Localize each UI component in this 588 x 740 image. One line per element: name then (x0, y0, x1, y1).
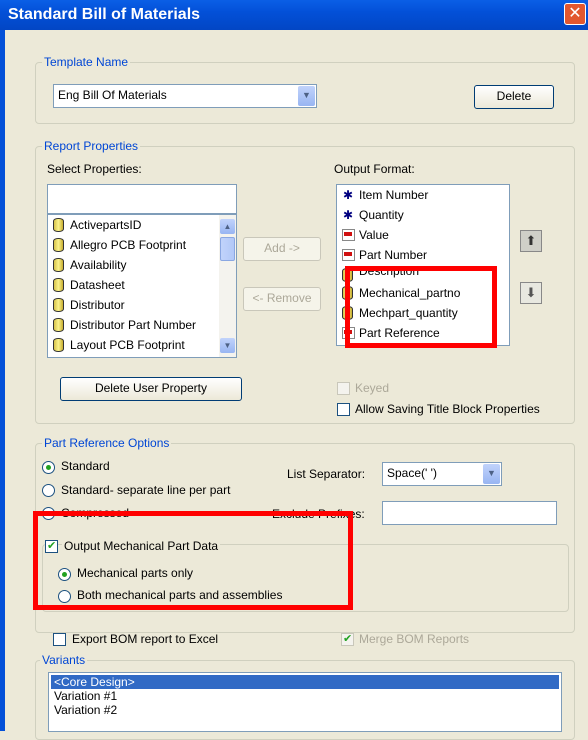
export-excel-label: Export BOM report to Excel (72, 632, 219, 646)
database-icon (53, 238, 64, 252)
list-item[interactable]: Distributor Part Number (48, 315, 236, 335)
output-format-label: Output Format: (334, 162, 415, 176)
add-label: Add -> (264, 241, 300, 255)
template-name-legend: Template Name (42, 55, 131, 69)
properties-scrollbar[interactable]: ▲ ▼ (219, 215, 236, 357)
close-button[interactable]: ✕ (564, 3, 586, 25)
remove-label: <- Remove (252, 291, 312, 305)
delete-user-property-label: Delete User Property (94, 381, 208, 395)
scroll-up-icon[interactable]: ▲ (220, 219, 235, 234)
list-item[interactable]: ✱ Item Number (337, 185, 509, 205)
template-name-combobox[interactable]: Eng Bill Of Materials ▼ (53, 84, 317, 108)
exclude-prefixes-input[interactable] (382, 501, 557, 525)
star-icon: ✱ (343, 208, 354, 222)
chevron-down-icon[interactable]: ▼ (298, 86, 315, 106)
keyed-checkbox[interactable] (337, 382, 350, 395)
export-excel-checkbox[interactable] (53, 633, 66, 646)
template-name-value: Eng Bill Of Materials (58, 88, 167, 102)
window-frame-left (0, 30, 5, 731)
database-icon (53, 218, 64, 232)
list-item[interactable]: Datasheet (48, 275, 236, 295)
standard-separate-label: Standard- separate line per part (61, 483, 231, 497)
star-icon: ✱ (343, 188, 354, 202)
standard-radio[interactable] (42, 461, 55, 474)
scroll-down-icon[interactable]: ▼ (220, 338, 235, 353)
move-up-icon[interactable]: ⬆ (520, 230, 542, 252)
delete-template-button[interactable]: Delete (474, 85, 554, 109)
list-item[interactable]: Distributor (48, 295, 236, 315)
move-down-icon[interactable]: ⬇ (520, 282, 542, 304)
list-item[interactable]: ✱ Quantity (337, 205, 509, 225)
list-item[interactable]: Availability (48, 255, 236, 275)
list-item[interactable]: Value (337, 225, 509, 245)
list-item[interactable]: Allegro PCB Footprint (48, 235, 236, 255)
remove-button[interactable]: <- Remove (243, 287, 321, 311)
add-button[interactable]: Add -> (243, 237, 321, 261)
database-icon (53, 298, 64, 312)
standard-label: Standard (61, 459, 110, 473)
property-icon (342, 249, 355, 261)
list-item[interactable]: Variation #2 (51, 703, 559, 717)
scroll-thumb[interactable] (220, 237, 235, 261)
list-item[interactable]: ActivepartsID (48, 215, 236, 235)
property-icon (342, 229, 355, 241)
list-item[interactable]: Part Number (337, 245, 509, 265)
window-title: Standard Bill of Materials (8, 6, 201, 23)
delete-user-property-button[interactable]: Delete User Property (60, 377, 242, 401)
list-separator-label: List Separator: (287, 467, 366, 481)
list-item[interactable]: Variation #1 (51, 689, 559, 703)
database-icon (53, 278, 64, 292)
list-separator-combobox[interactable]: Space(' ') ▼ (382, 462, 502, 486)
title-bar: Standard Bill of Materials (0, 0, 588, 30)
delete-template-label: Delete (496, 89, 532, 103)
select-properties-label: Select Properties: (47, 162, 142, 176)
highlight-box-output (345, 266, 497, 348)
part-reference-legend: Part Reference Options (42, 436, 172, 450)
list-item[interactable]: <Core Design> (51, 675, 559, 689)
highlight-box-mechanical (33, 511, 353, 610)
keyed-label: Keyed (355, 381, 390, 395)
list-separator-value: Space(' ') (387, 466, 437, 480)
merge-reports-checkbox[interactable] (341, 632, 354, 646)
database-icon (53, 318, 64, 332)
standard-separate-radio[interactable] (42, 484, 55, 497)
select-properties-list[interactable]: ActivepartsID Allegro PCB Footprint Avai… (47, 214, 237, 358)
merge-reports-label: Merge BOM Reports (359, 632, 470, 646)
variants-legend: Variants (40, 653, 88, 667)
list-item[interactable]: Layout PCB Footprint (48, 335, 236, 355)
variants-list[interactable]: <Core Design> Variation #1 Variation #2 (48, 672, 562, 732)
allow-saving-checkbox[interactable] (337, 403, 350, 416)
database-icon (53, 258, 64, 272)
report-properties-legend: Report Properties (42, 139, 141, 153)
database-icon (53, 338, 64, 352)
chevron-down-icon[interactable]: ▼ (483, 464, 500, 484)
allow-saving-label: Allow Saving Title Block Properties (355, 402, 540, 416)
property-filter-input[interactable] (47, 184, 237, 214)
